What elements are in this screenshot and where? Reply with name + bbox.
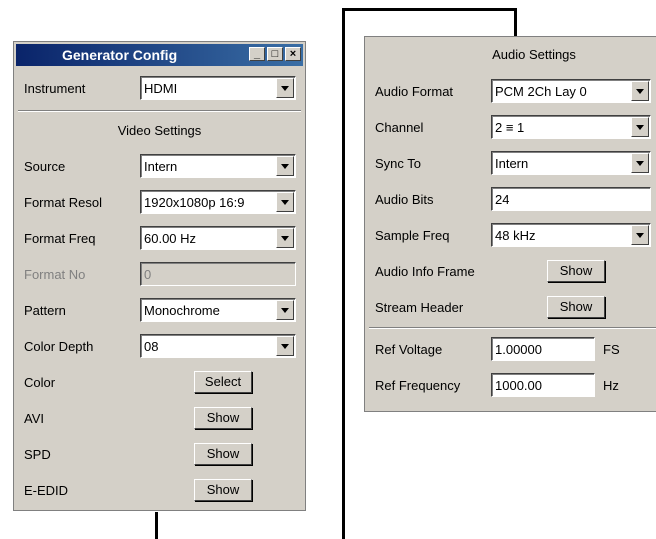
connector-line [342, 8, 345, 539]
close-icon[interactable]: × [285, 47, 301, 61]
instrument-select[interactable]: HDMI [140, 76, 296, 100]
audio-settings-panel: Audio Settings Audio Format PCM 2Ch Lay … [364, 36, 656, 412]
chevron-down-icon[interactable] [276, 156, 294, 176]
audio-settings-title: Audio Settings [492, 47, 576, 62]
chevron-down-icon[interactable] [276, 78, 294, 98]
avi-show-button[interactable]: Show [194, 407, 252, 429]
ref-voltage-row: Ref Voltage 1.00000 FS [365, 331, 656, 367]
avi-row: AVI Show [14, 400, 305, 436]
audio-format-select[interactable]: PCM 2Ch Lay 0 [491, 79, 651, 103]
format-no-field: 0 [140, 262, 296, 286]
audio-bits-input[interactable]: 24 [491, 187, 651, 211]
connector-line [342, 8, 517, 11]
pattern-select[interactable]: Monochrome [140, 298, 296, 322]
sample-freq-row: Sample Freq 48 kHz [365, 217, 656, 253]
ref-voltage-input[interactable]: 1.00000 [491, 337, 595, 361]
format-freq-row: Format Freq 60.00 Hz [14, 220, 305, 256]
source-select[interactable]: Intern [140, 154, 296, 178]
connector-line [155, 512, 158, 539]
audio-info-frame-row: Audio Info Frame Show [365, 253, 656, 289]
chevron-down-icon[interactable] [631, 117, 649, 137]
audio-info-frame-show-button[interactable]: Show [547, 260, 605, 282]
sync-to-row: Sync To Intern [365, 145, 656, 181]
chevron-down-icon[interactable] [631, 225, 649, 245]
format-resol-select[interactable]: 1920x1080p 16:9 [140, 190, 296, 214]
spd-row: SPD Show [14, 436, 305, 472]
color-row: Color Select [14, 364, 305, 400]
maximize-icon[interactable]: □ [267, 47, 283, 61]
connector-line [514, 8, 517, 38]
audio-format-row: Audio Format PCM 2Ch Lay 0 [365, 73, 656, 109]
chevron-down-icon[interactable] [276, 228, 294, 248]
chevron-down-icon[interactable] [631, 153, 649, 173]
color-depth-row: Color Depth 08 [14, 328, 305, 364]
chevron-down-icon[interactable] [276, 300, 294, 320]
ref-section-divider [369, 327, 656, 329]
format-no-row: Format No 0 [14, 256, 305, 292]
eedid-row: E-EDID Show [14, 472, 305, 508]
window-title: Generator Config [62, 47, 178, 63]
ref-voltage-unit: FS [603, 342, 620, 357]
audio-bits-row: Audio Bits 24 [365, 181, 656, 217]
stream-header-row: Stream Header Show [365, 289, 656, 325]
sync-to-select[interactable]: Intern [491, 151, 651, 175]
format-freq-select[interactable]: 60.00 Hz [140, 226, 296, 250]
sample-freq-select[interactable]: 48 kHz [491, 223, 651, 247]
chevron-down-icon[interactable] [631, 81, 649, 101]
channel-row: Channel 2 ≡ 1 [365, 109, 656, 145]
color-select-button[interactable]: Select [194, 371, 252, 393]
video-settings-section [18, 110, 301, 112]
ref-frequency-unit: Hz [603, 378, 619, 393]
instrument-label: Instrument [24, 81, 86, 96]
ref-frequency-input[interactable]: 1000.00 [491, 373, 595, 397]
pattern-row: Pattern Monochrome [14, 292, 305, 328]
ref-frequency-row: Ref Frequency 1000.00 Hz [365, 367, 656, 403]
format-resol-row: Format Resol 1920x1080p 16:9 [14, 184, 305, 220]
instrument-row: Instrument HDMI [14, 70, 305, 106]
chevron-down-icon[interactable] [276, 336, 294, 356]
source-row: Source Intern [14, 148, 305, 184]
channel-select[interactable]: 2 ≡ 1 [491, 115, 651, 139]
chevron-down-icon[interactable] [276, 192, 294, 212]
eedid-show-button[interactable]: Show [194, 479, 252, 501]
minimize-icon[interactable]: _ [249, 47, 265, 61]
spd-show-button[interactable]: Show [194, 443, 252, 465]
color-depth-select[interactable]: 08 [140, 334, 296, 358]
title-bar[interactable]: Generator Config _ □ × [16, 44, 303, 66]
generator-config-window: Generator Config _ □ × Instrument HDMI V… [13, 41, 306, 511]
video-settings-title: Video Settings [117, 123, 202, 138]
stream-header-show-button[interactable]: Show [547, 296, 605, 318]
